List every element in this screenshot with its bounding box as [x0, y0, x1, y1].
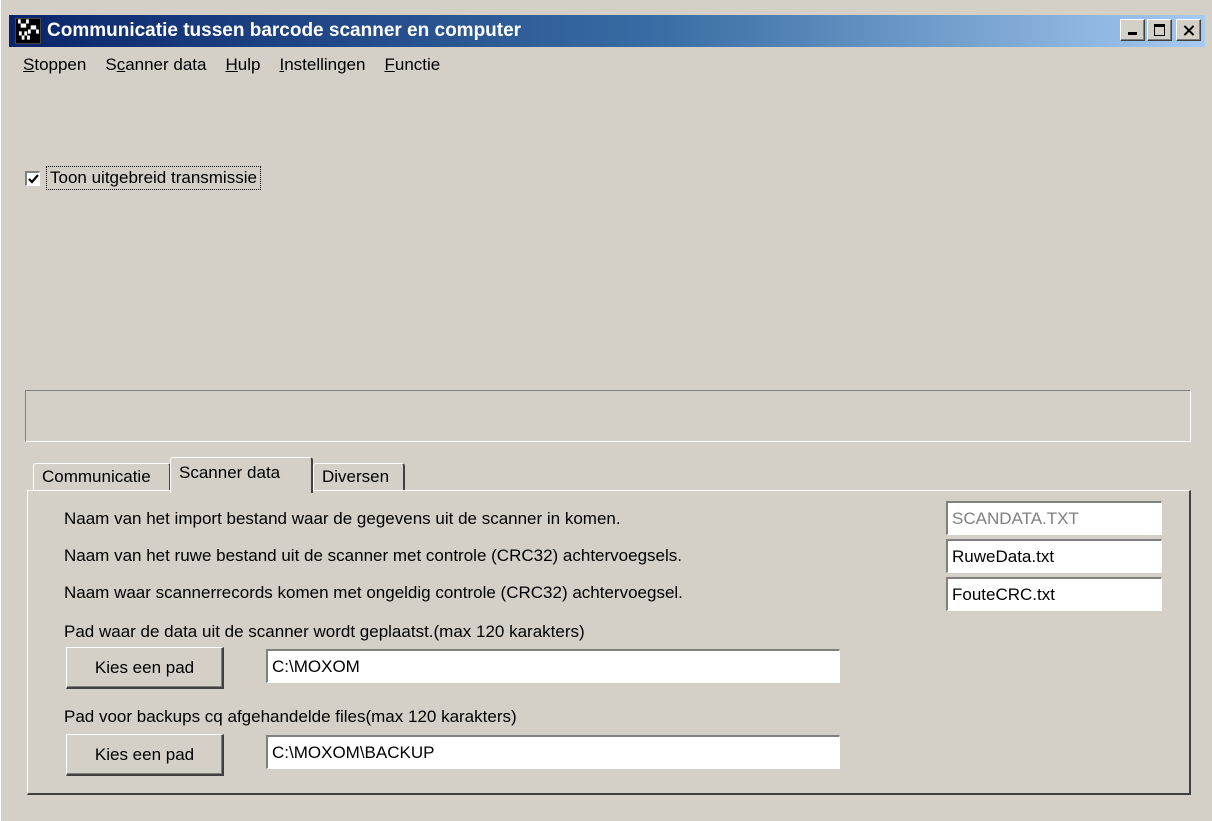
import-file-label: Naam van het import bestand waar de gege… [64, 509, 621, 528]
show-extended-option[interactable]: Toon uitgebreid transmissie [25, 166, 261, 190]
window-title: Communicatie tussen barcode scanner en c… [47, 20, 522, 41]
menu-stoppen[interactable]: Stoppen [23, 55, 86, 75]
show-extended-checkbox[interactable] [25, 170, 40, 186]
app-icon: ▚▞ ▞▚ ▚▚ [15, 18, 41, 44]
raw-file-field[interactable] [946, 539, 1162, 573]
window-controls [1120, 19, 1201, 41]
backup-path-label: Pad voor backups cq afgehandelde files(m… [64, 707, 517, 726]
choose-backup-path-button[interactable]: Kies een pad [66, 734, 224, 776]
menu-hulp[interactable]: Hulp [225, 55, 260, 75]
import-file-field[interactable] [946, 501, 1162, 535]
raw-file-label: Naam van het ruwe bestand uit de scanner… [64, 546, 682, 565]
app-window: ▚▞ ▞▚ ▚▚ Communicatie tussen barcode sca… [0, 0, 1212, 821]
tab-diversen[interactable]: Diversen [313, 463, 405, 491]
scanner-data-panel: Naam van het import bestand waar de gege… [27, 490, 1191, 795]
bad-crc-file-label: Naam waar scannerrecords komen met ongel… [64, 583, 683, 602]
close-button[interactable] [1176, 19, 1201, 41]
menu-bar: Stoppen Scanner data Hulp Instellingen F… [23, 55, 440, 75]
data-path-field[interactable] [266, 649, 840, 683]
show-extended-label[interactable]: Toon uitgebreid transmissie [46, 166, 261, 190]
menu-functie[interactable]: Functie [384, 55, 440, 75]
title-bar[interactable]: ▚▞ ▞▚ ▚▚ Communicatie tussen barcode sca… [9, 15, 1205, 47]
status-panel [25, 390, 1191, 442]
backup-path-field[interactable] [266, 735, 840, 769]
tab-communicatie[interactable]: Communicatie [33, 463, 171, 491]
minimize-button[interactable] [1120, 19, 1145, 41]
tab-scanner-data[interactable]: Scanner data [170, 457, 313, 493]
menu-instellingen[interactable]: Instellingen [279, 55, 365, 75]
choose-data-path-button[interactable]: Kies een pad [66, 647, 224, 689]
data-path-label: Pad waar de data uit de scanner wordt ge… [64, 622, 585, 641]
checkmark-icon [28, 173, 39, 184]
maximize-button[interactable] [1147, 19, 1172, 41]
menu-scanner-data[interactable]: Scanner data [105, 55, 206, 75]
bad-crc-file-field[interactable] [946, 577, 1162, 611]
